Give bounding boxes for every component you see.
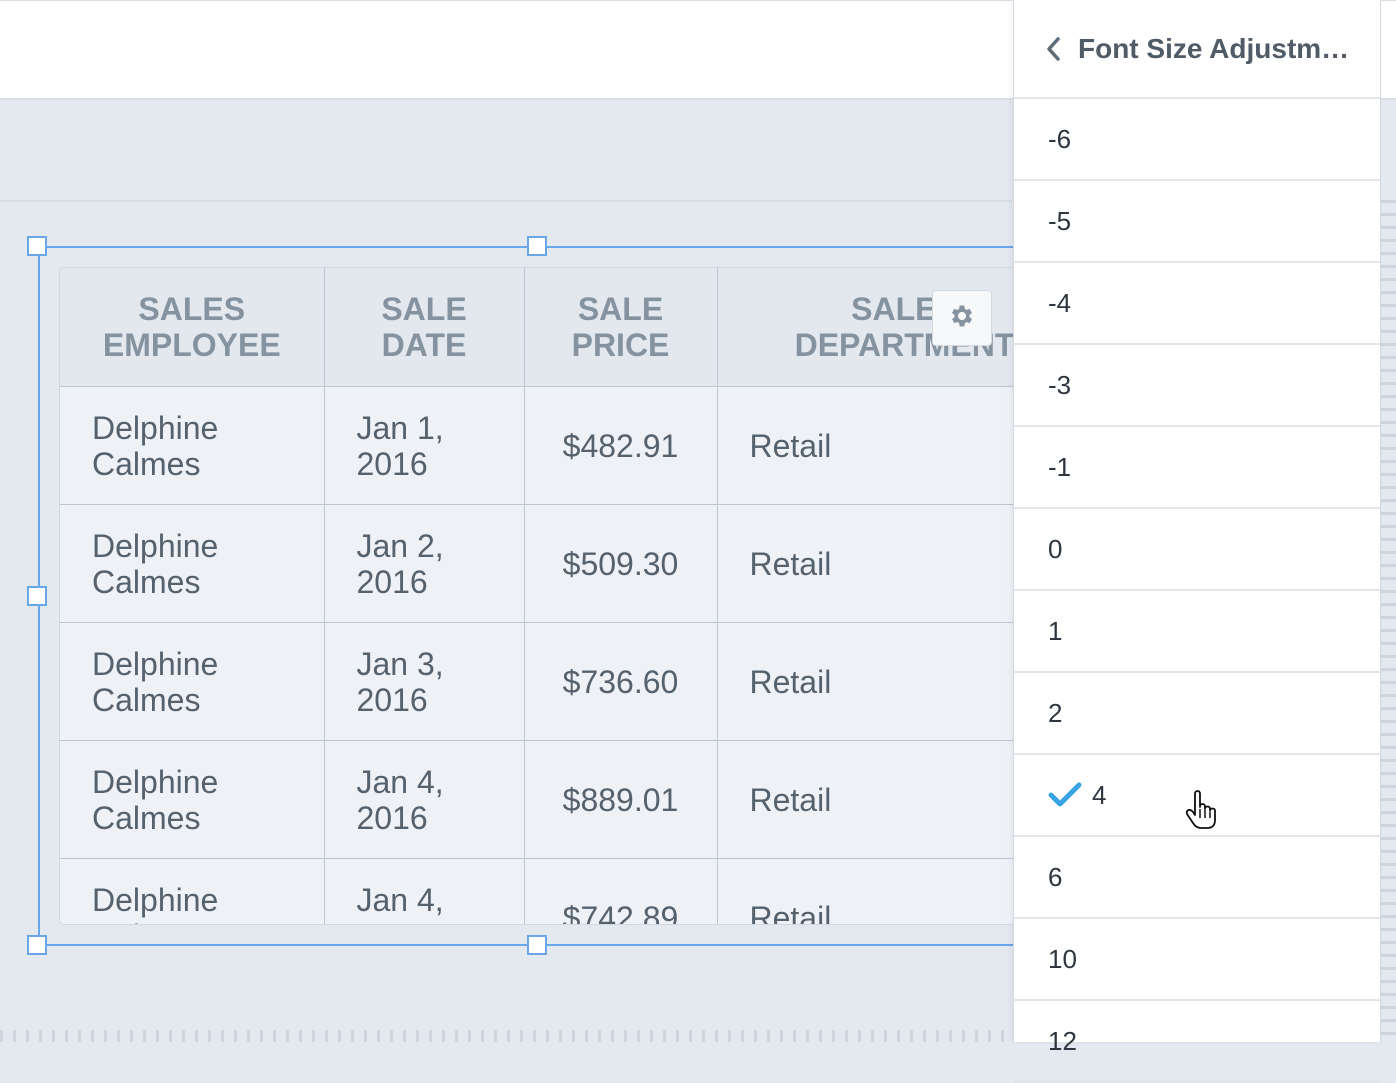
- table-row[interactable]: Delphine Calmes Jan 3, 2016 $736.60 Reta…: [60, 622, 1060, 741]
- panel-title: Font Size Adjustm…: [1078, 32, 1350, 64]
- column-settings-button[interactable]: [932, 290, 992, 346]
- column-header-sale-date[interactable]: SALE DATE: [324, 268, 525, 387]
- cell-date: Jan 4, 2016: [324, 740, 525, 859]
- cell-price: $482.91: [524, 386, 718, 505]
- option-item[interactable]: 12: [1014, 1001, 1380, 1083]
- option-label: -6: [1048, 123, 1072, 154]
- option-item[interactable]: 6: [1014, 837, 1380, 919]
- option-item[interactable]: -6: [1014, 99, 1380, 181]
- option-item[interactable]: -4: [1014, 263, 1380, 345]
- canvas-edge-right: [1380, 200, 1396, 1042]
- sales-table: SALES EMPLOYEE SALE DATE SALE PRICE SALE…: [60, 268, 1060, 924]
- cell-price: $736.60: [524, 622, 718, 741]
- cell-price: $742.89: [524, 858, 718, 924]
- option-item[interactable]: 0: [1014, 509, 1380, 591]
- cell-department: Retail: [717, 858, 1060, 924]
- option-label: 0: [1048, 533, 1063, 564]
- option-label: 10: [1048, 943, 1077, 974]
- divider: [0, 200, 1012, 202]
- cell-date: Jan 2, 2016: [324, 504, 525, 623]
- option-item[interactable]: -1: [1014, 427, 1380, 509]
- option-label: -5: [1048, 205, 1072, 236]
- gear-icon: [948, 302, 976, 334]
- option-label: 6: [1048, 861, 1063, 892]
- table-row[interactable]: Delphine Calmes Jan 4, 2016 $742.89 Reta…: [60, 858, 1060, 924]
- checkmark-icon: [1048, 780, 1084, 810]
- cell-employee: Delphine Calmes: [60, 740, 325, 859]
- cell-price: $889.01: [524, 740, 718, 859]
- cell-employee: Delphine Calmes: [60, 622, 325, 741]
- cell-employee: Delphine Calmes: [60, 858, 325, 924]
- resize-handle-bottom[interactable]: [527, 935, 547, 955]
- cell-price: $509.30: [524, 504, 718, 623]
- table-row[interactable]: Delphine Calmes Jan 2, 2016 $509.30 Reta…: [60, 504, 1060, 623]
- table-row[interactable]: Delphine Calmes Jan 4, 2016 $889.01 Reta…: [60, 740, 1060, 859]
- table-header-row: SALES EMPLOYEE SALE DATE SALE PRICE SALE…: [60, 268, 1060, 387]
- hand-pointer-icon: [1184, 790, 1220, 834]
- column-header-sales-department[interactable]: SALES DEPARTMENT: [717, 268, 1060, 387]
- option-item[interactable]: 2: [1014, 673, 1380, 755]
- cell-date: Jan 1, 2016: [324, 386, 525, 505]
- option-label: 4: [1092, 779, 1107, 810]
- cell-department: Retail: [717, 622, 1060, 741]
- cell-employee: Delphine Calmes: [60, 504, 325, 623]
- panel-header: Font Size Adjustm…: [1014, 0, 1380, 99]
- table-row[interactable]: Delphine Calmes Jan 1, 2016 $482.91 Reta…: [60, 386, 1060, 505]
- option-label: -1: [1048, 451, 1072, 482]
- option-label: -3: [1048, 369, 1072, 400]
- option-label: 12: [1048, 1025, 1077, 1056]
- option-item[interactable]: 10: [1014, 919, 1380, 1001]
- column-header-sale-price[interactable]: SALE PRICE: [524, 268, 718, 387]
- data-table-widget[interactable]: SALES EMPLOYEE SALE DATE SALE PRICE SALE…: [60, 268, 1060, 924]
- option-item[interactable]: -5: [1014, 181, 1380, 263]
- option-item[interactable]: -3: [1014, 345, 1380, 427]
- cell-employee: Delphine Calmes: [60, 386, 325, 505]
- resize-handle-top-left[interactable]: [27, 236, 47, 256]
- resize-handle-left[interactable]: [27, 586, 47, 606]
- cell-department: Retail: [717, 504, 1060, 623]
- cell-date: Jan 3, 2016: [324, 622, 525, 741]
- option-label: -4: [1048, 287, 1072, 318]
- option-label: 1: [1048, 615, 1063, 646]
- option-label: 2: [1048, 697, 1063, 728]
- resize-handle-top[interactable]: [527, 236, 547, 256]
- resize-handle-bottom-left[interactable]: [27, 935, 47, 955]
- canvas-edge: [0, 1030, 1012, 1042]
- option-item[interactable]: 1: [1014, 591, 1380, 673]
- cell-department: Retail: [717, 740, 1060, 859]
- font-size-dropdown-panel: Font Size Adjustm… -6 -5 -4 -3 -1 0 1 2 …: [1013, 0, 1381, 1083]
- cell-date: Jan 4, 2016: [324, 858, 525, 924]
- cell-department: Retail: [717, 386, 1060, 505]
- chevron-left-icon[interactable]: [1042, 34, 1066, 64]
- column-header-sales-employee[interactable]: SALES EMPLOYEE: [60, 268, 325, 387]
